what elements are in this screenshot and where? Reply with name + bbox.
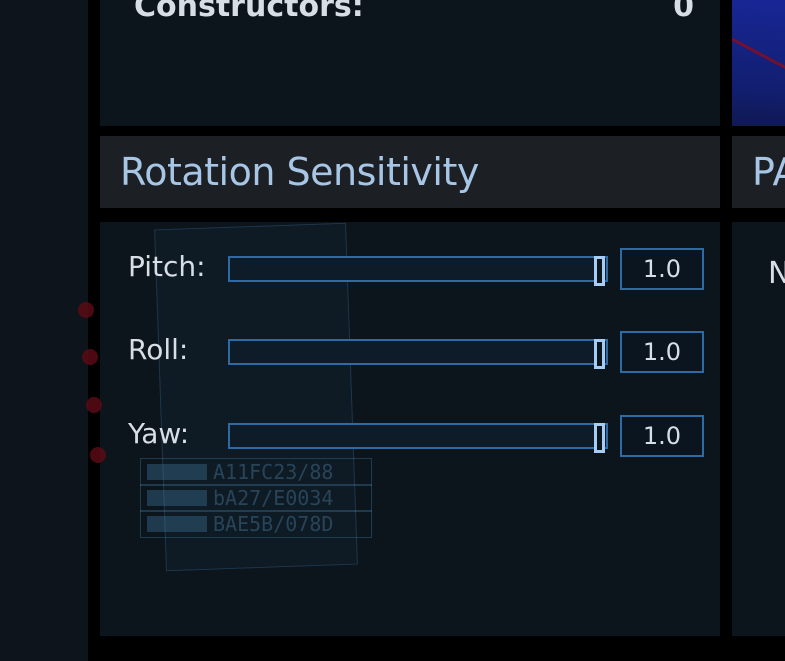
pitch-slider-handle[interactable] <box>594 256 605 286</box>
roll-slider-fill <box>230 341 606 363</box>
yaw-slider[interactable] <box>228 423 608 453</box>
constructors-label: Constructors: <box>134 0 364 24</box>
pitch-value-field[interactable]: 1.0 <box>620 248 704 290</box>
red-marker-dot <box>86 397 102 413</box>
rotation-sensitivity-header: Rotation Sensitivity <box>100 136 720 208</box>
red-marker-dot <box>90 447 106 463</box>
panel-title: Rotation Sensitivity <box>120 150 479 194</box>
pitch-label: Pitch: <box>128 250 206 283</box>
background-code-row: BAE5B/078D <box>140 510 372 538</box>
left-frame-border <box>88 0 100 661</box>
pitch-slider-fill <box>230 258 606 280</box>
background-code-text: BAE5B/078D <box>213 512 334 536</box>
roll-slider[interactable] <box>228 339 608 369</box>
roll-slider-handle[interactable] <box>594 339 605 369</box>
side-panel-title: PA <box>752 150 785 194</box>
red-marker-dot <box>78 302 94 318</box>
pitch-slider-row: Pitch: 1.0 <box>128 248 708 290</box>
background-code-text: A11FC23/88 <box>213 460 334 484</box>
background-code-row: A11FC23/88 <box>140 458 372 486</box>
red-marker-dot <box>82 349 98 365</box>
constructors-row: Constructors: 0 <box>134 0 694 26</box>
yaw-slider-row: Yaw: 1.0 <box>128 415 708 457</box>
roll-label: Roll: <box>128 333 189 366</box>
left-margin <box>0 0 88 661</box>
roll-value-field[interactable]: 1.0 <box>620 331 704 373</box>
bottom-frame-border <box>88 636 785 661</box>
side-header-divider <box>732 208 785 222</box>
roll-slider-row: Roll: 1.0 <box>128 331 708 373</box>
panel-divider <box>720 0 732 661</box>
background-code-text: bA27/E0034 <box>213 486 334 510</box>
header-divider <box>100 208 720 222</box>
pitch-slider[interactable] <box>228 256 608 286</box>
yaw-label: Yaw: <box>128 417 190 450</box>
yaw-value-field[interactable]: 1.0 <box>620 415 704 457</box>
yaw-slider-fill <box>230 425 606 447</box>
side-panel-header: PA <box>732 136 785 208</box>
side-panel-text: N <box>768 256 785 291</box>
constructors-value: 0 <box>673 0 694 24</box>
background-code-row: bA27/E0034 <box>140 484 372 512</box>
yaw-slider-handle[interactable] <box>594 423 605 453</box>
separator-top <box>88 126 785 136</box>
